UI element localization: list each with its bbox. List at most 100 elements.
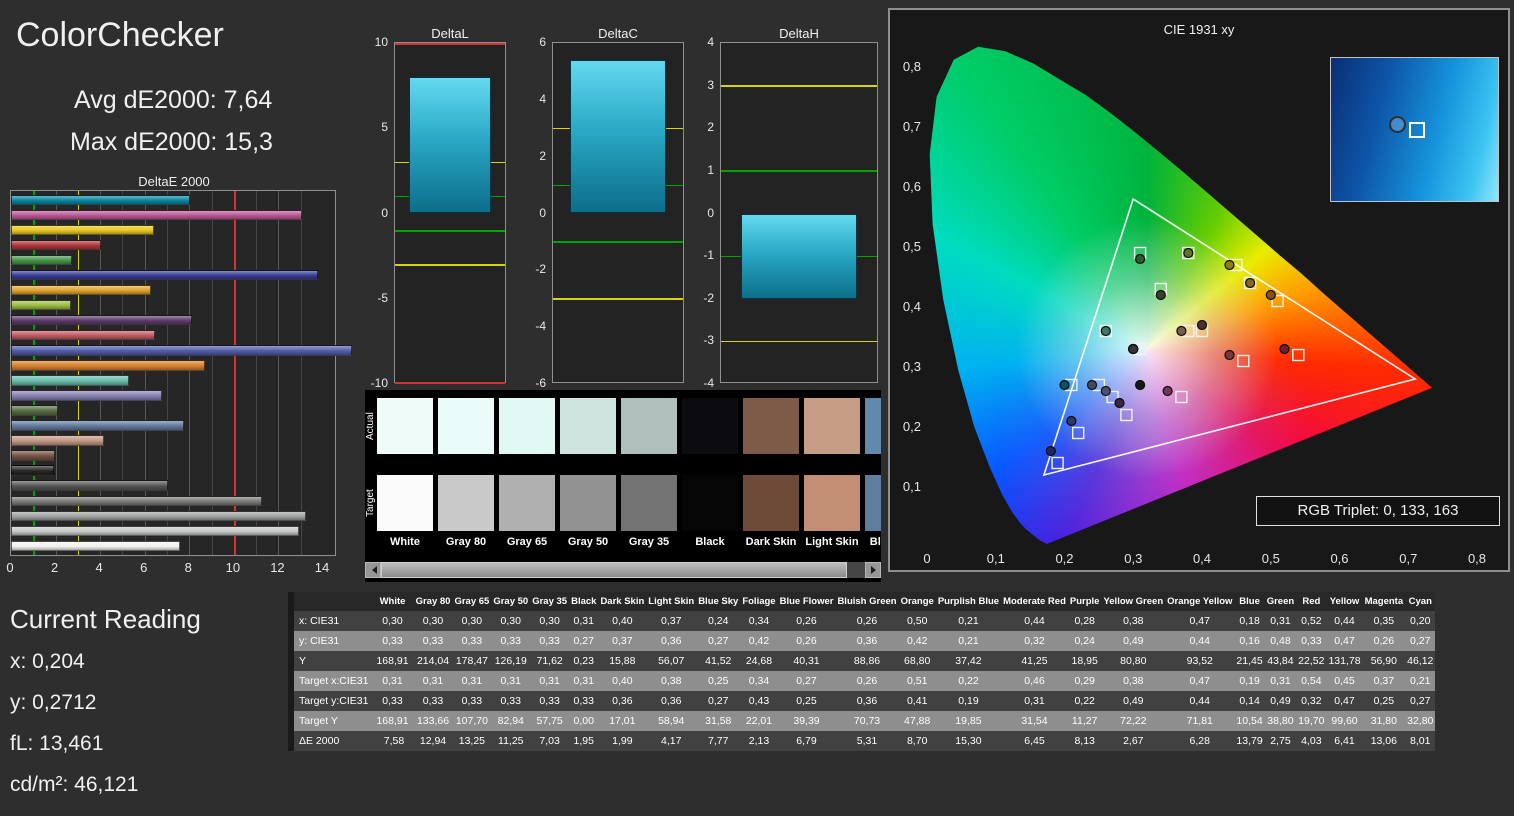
- col-header: Yellow: [1326, 592, 1363, 611]
- inset-measured-point: [1389, 116, 1406, 133]
- x-axis-tick-label: 0,5: [1262, 551, 1280, 566]
- table-cell: 131,78: [1328, 655, 1361, 667]
- table-cell: 0,27: [1410, 635, 1431, 647]
- table-cell: 4,03: [1301, 735, 1322, 747]
- col-header: White: [374, 592, 414, 611]
- table-cell: 168,91: [376, 655, 409, 667]
- red-limit-line: [395, 382, 505, 384]
- table-cell: 57,75: [536, 715, 563, 727]
- actual-swatch-black[interactable]: [682, 398, 738, 454]
- delta-chart-deltac: DeltaC 6 4 2 0 -2 -4 -6: [516, 26, 684, 390]
- table-cell: 0,38: [661, 675, 682, 687]
- col-header: Gray 80: [413, 592, 453, 611]
- horizontal-scrollbar[interactable]: [365, 562, 881, 578]
- yellow-limit-line: [721, 340, 877, 343]
- de-bar-dark-skin: [11, 450, 56, 461]
- chart-title: DeltaC: [598, 26, 638, 41]
- y-tick-label: -5: [377, 290, 388, 305]
- swatch-label: Gray 65: [506, 536, 548, 548]
- table-cell: 8,01: [1410, 735, 1431, 747]
- target-swatch-gray-35[interactable]: [621, 475, 677, 531]
- target-swatch-dark-skin[interactable]: [743, 475, 799, 531]
- de-bar-orange-yellow: [11, 284, 151, 296]
- green-limit-line: [395, 230, 505, 232]
- col-header: Cyan: [1405, 592, 1436, 611]
- gridline: [278, 191, 280, 555]
- table-cell: 6,28: [1189, 735, 1210, 747]
- target-swatch-black[interactable]: [682, 475, 738, 531]
- table-cell: 0,20: [1410, 615, 1431, 627]
- y-tick-label: 0: [381, 205, 388, 220]
- green-limit-line: [721, 170, 877, 172]
- table-cell: 0,38: [1123, 675, 1144, 687]
- table-cell: 58,94: [658, 715, 685, 727]
- table-cell: 43,84: [1267, 655, 1294, 667]
- actual-swatch-light-skin[interactable]: [804, 398, 860, 454]
- table-cell: 214,04: [416, 655, 450, 667]
- table-cell: 0,42: [748, 635, 770, 647]
- actual-swatch-gray-65[interactable]: [499, 398, 555, 454]
- table-cell: 0,18: [1239, 615, 1260, 627]
- table-cell: 6,79: [796, 735, 817, 747]
- table-cell: 11,25: [498, 735, 524, 747]
- target-swatch-gray-65[interactable]: [499, 475, 555, 531]
- table-cell: 15,88: [609, 655, 636, 667]
- table-cell: 0,49: [1123, 695, 1144, 707]
- table-cell: 0,31: [422, 675, 444, 687]
- table-cell: 7,58: [383, 735, 405, 747]
- actual-swatch-dark-skin[interactable]: [743, 398, 799, 454]
- scrollbar-thumb[interactable]: [381, 562, 847, 578]
- table-cell: 0,31: [539, 675, 560, 687]
- table-cell: 0,21: [1410, 675, 1431, 687]
- actual-swatch-blue-sky[interactable]: [865, 398, 881, 454]
- y-tick-label: -6: [535, 376, 546, 390]
- table-cell: 6,41: [1334, 735, 1355, 747]
- table-cell: 0,47: [1334, 695, 1355, 707]
- de-bar-black: [11, 465, 55, 476]
- table-cell: 2,75: [1270, 735, 1291, 747]
- row-label: Target x:CIE31: [299, 675, 369, 687]
- table-cell: 0,43: [748, 695, 770, 707]
- table-cell: 22,52: [1298, 655, 1325, 667]
- table-cell: 0,27: [796, 675, 817, 687]
- table-cell: 99,60: [1331, 715, 1358, 727]
- table-cell: 0,34: [748, 615, 770, 627]
- target-swatch-gray-80[interactable]: [438, 475, 494, 531]
- table-cell: 0,26: [796, 615, 817, 627]
- table-cell: 0,44: [1189, 635, 1210, 647]
- target-swatch-white[interactable]: [377, 475, 433, 531]
- scroll-left-button[interactable]: [365, 562, 381, 578]
- actual-swatch-gray-50[interactable]: [560, 398, 616, 454]
- target-swatch-blue-sky[interactable]: [865, 475, 881, 531]
- actual-swatch-gray-35[interactable]: [621, 398, 677, 454]
- row-label-actual: Actual: [365, 412, 376, 440]
- table-cell: 0,48: [1270, 635, 1291, 647]
- target-swatch-light-skin[interactable]: [804, 475, 860, 531]
- actual-swatch-gray-80[interactable]: [438, 398, 494, 454]
- table-cell: 18,95: [1071, 655, 1098, 667]
- de-bar-green: [11, 254, 73, 266]
- table-cell: 70,73: [853, 715, 881, 727]
- table-cell: 93,52: [1186, 655, 1213, 667]
- table-row: x: CIE31 0,30 0,30 0,30 0,30 0,30 0,31 0,40 0,37…: [291, 611, 1436, 631]
- y-tick-label: 2: [539, 148, 546, 163]
- plot-area: [552, 42, 684, 383]
- table-cell: 0,33: [461, 635, 483, 647]
- target-swatch-gray-50[interactable]: [560, 475, 616, 531]
- table-cell: 0,46: [1024, 675, 1045, 687]
- y-tick-label: -2: [703, 290, 714, 305]
- table-cell: 178,47: [455, 655, 488, 667]
- table-cell: 0,36: [612, 695, 633, 707]
- y-tick-label: -2: [535, 262, 546, 277]
- table-cell: 56,90: [1370, 655, 1397, 667]
- table-cell: 0,36: [856, 635, 878, 647]
- table-cell: 107,70: [455, 715, 488, 727]
- table-cell: 68,80: [904, 655, 931, 667]
- table-cell: 0,34: [748, 675, 770, 687]
- table-cell: 31,54: [1021, 715, 1048, 727]
- actual-swatch-white[interactable]: [377, 398, 433, 454]
- table-cell: 133,66: [416, 715, 450, 727]
- table-cell: 0,51: [906, 675, 928, 687]
- table-row: y: CIE31 0,33 0,33 0,33 0,33 0,33 0,27 0,37 0,36…: [291, 631, 1436, 651]
- scroll-right-button[interactable]: [865, 562, 881, 578]
